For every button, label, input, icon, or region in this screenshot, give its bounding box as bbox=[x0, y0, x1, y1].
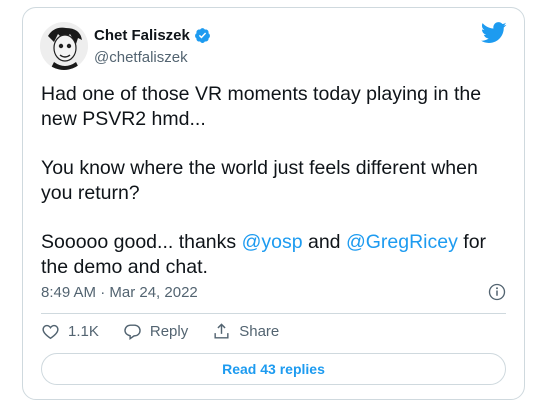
mention-link[interactable]: @yosp bbox=[242, 231, 303, 253]
share-button[interactable]: Share bbox=[212, 322, 279, 341]
like-count: 1.1K bbox=[68, 323, 99, 340]
tweet-text: Had one of those VR moments today playin… bbox=[41, 82, 511, 304]
like-button[interactable]: 1.1K bbox=[41, 322, 99, 341]
reply-label: Reply bbox=[149, 323, 189, 340]
read-replies-button[interactable]: Read 43 replies bbox=[41, 353, 506, 385]
twitter-logo-icon[interactable] bbox=[481, 22, 507, 44]
timestamp[interactable]: 8:49 AM · Mar 24, 2022 bbox=[41, 284, 198, 301]
reply-button[interactable]: Reply bbox=[123, 322, 188, 341]
tweet-paragraph: Had one of those VR moments today playin… bbox=[41, 83, 482, 130]
share-label: Share bbox=[239, 323, 280, 340]
action-bar: 1.1K Reply Share bbox=[41, 322, 303, 341]
author-handle[interactable]: @chetfaliszek bbox=[94, 49, 188, 66]
avatar[interactable] bbox=[40, 22, 88, 70]
info-icon[interactable] bbox=[488, 283, 506, 301]
divider bbox=[41, 313, 506, 314]
verified-badge-icon bbox=[194, 28, 210, 43]
share-icon bbox=[214, 323, 229, 339]
tweet-paragraph: Sooooo good... thanks @yosp and @GregRic… bbox=[41, 231, 487, 278]
tweet-paragraph: You know where the world just feels diff… bbox=[41, 157, 478, 204]
tweet-card: Chet Faliszek @chetfaliszek Had one of t… bbox=[22, 7, 525, 400]
author-name[interactable]: Chet Faliszek bbox=[94, 27, 211, 44]
reply-icon bbox=[124, 324, 141, 340]
mention-link[interactable]: @GregRicey bbox=[346, 231, 458, 253]
heart-icon bbox=[42, 324, 59, 340]
